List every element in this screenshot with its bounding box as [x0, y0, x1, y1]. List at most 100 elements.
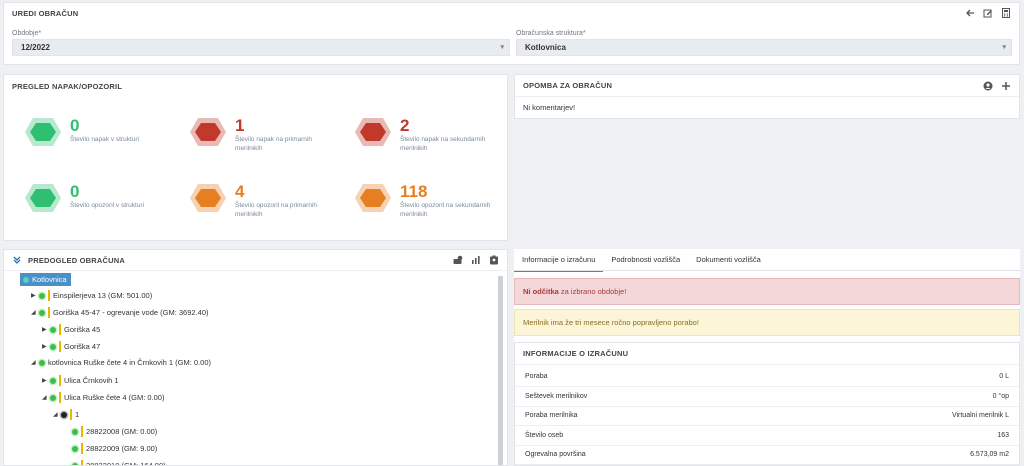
- status-dot: [61, 411, 67, 418]
- comment-panel-title: OPOMBA ZA OBRAČUN: [523, 81, 613, 90]
- status-dot: [72, 445, 78, 452]
- tree-node[interactable]: ◢ kotlovnica Ruške čete 4 in Črnkovih 1 (…: [31, 358, 211, 367]
- tree-node[interactable]: ▶ Goriška 47: [42, 341, 100, 352]
- hexagon-icon: [25, 184, 61, 212]
- tree-node[interactable]: ◢ 1: [53, 409, 79, 420]
- money-icon[interactable]: [453, 255, 463, 265]
- expand-toggle-icon[interactable]: ◢: [31, 359, 39, 366]
- status-dot: [39, 359, 45, 366]
- expand-toggle-icon[interactable]: ◢: [53, 411, 61, 418]
- chart-icon[interactable]: [471, 255, 481, 265]
- back-arrow-icon[interactable]: [965, 8, 975, 18]
- chevron-down-icon: ▾: [500, 44, 504, 51]
- collapse-all-icon[interactable]: [12, 255, 22, 265]
- tree-node-label: Goriška 45: [64, 325, 101, 334]
- error-alert-bold: Ni odčitka: [523, 287, 559, 296]
- stat-description: Število napak na sekundarnih merilnikih: [400, 136, 486, 152]
- scrollbar[interactable]: [498, 276, 503, 465]
- stat-item: 0 Število napak v strukturi: [24, 117, 170, 147]
- status-dot: [50, 326, 56, 333]
- tab-2[interactable]: Dokumenti vozlišča: [688, 249, 769, 272]
- warning-alert: Merilnik ima že tri mesece ročno popravl…: [514, 309, 1020, 336]
- tree-node[interactable]: 28822009 (GM: 9.00): [64, 443, 157, 454]
- expand-toggle-icon[interactable]: ▶: [42, 326, 50, 333]
- tree-node[interactable]: ◢ Goriška 45-47 - ogrevanje vode (GM: 369…: [31, 307, 209, 318]
- info-row: Število oseb 163: [515, 426, 1019, 446]
- info-row: Seštevek merilnikov 0 °op: [515, 387, 1019, 407]
- info-row-label: Število oseb: [525, 431, 564, 439]
- status-dot: [23, 277, 29, 283]
- details-tabs: Informacije o izračunu Podrobnosti vozliš…: [514, 249, 769, 272]
- info-row-label: Seštevek merilnikov: [525, 392, 588, 400]
- tree-node[interactable]: Kotlovnica: [20, 273, 71, 286]
- page-title: UREDI OBRAČUN: [12, 8, 79, 18]
- tree-node-label: 28822010 (GM: 164.00): [86, 461, 166, 466]
- stat-value: 4: [235, 182, 245, 201]
- expand-toggle-icon[interactable]: ▶: [31, 292, 39, 299]
- tree-node[interactable]: ▶ Goriška 45: [42, 324, 100, 335]
- stat-item: 0 Število opozoril v strukturi: [24, 183, 170, 213]
- stat-description: Število napak na primarnih merilnikih: [235, 136, 312, 152]
- stat-description: Število opozoril v strukturi: [70, 202, 145, 209]
- stat-value: 118: [400, 182, 428, 201]
- tree-node-label: Ulica Ruške čete 4 (GM: 0.00): [64, 393, 165, 402]
- status-dot: [72, 462, 78, 465]
- calculator-icon[interactable]: [1001, 8, 1011, 18]
- tree-node[interactable]: ▶ Einspilerjeva 13 (GM: 501.00): [31, 290, 152, 301]
- edit-settlement-panel: UREDI OBRAČUN Obdobje* 12/2022 ▾ Obračun…: [3, 2, 1020, 65]
- tree-node[interactable]: 28822008 (GM: 0.00): [64, 426, 157, 437]
- error-alert: Ni odčitka za izbrano obdobje!: [514, 278, 1020, 305]
- hexagon-icon: [190, 184, 226, 212]
- period-value: 12/2022: [21, 43, 50, 52]
- tree-node-label: Einspilerjeva 13 (GM: 501.00): [53, 291, 153, 300]
- chevron-down-icon: ▾: [1002, 44, 1006, 51]
- info-row-value: 0 L: [999, 373, 1009, 380]
- warning-alert-text: Merilnik ima že tri mesece ročno popravl…: [523, 318, 699, 327]
- status-dot: [50, 377, 56, 384]
- settlement-tree: Kotlovnica ▶ Einspilerjeva 13 (GM: 501.00)…: [4, 273, 499, 466]
- edit-icon[interactable]: [983, 8, 993, 18]
- structure-value: Kotlovnica: [525, 43, 566, 52]
- stat-item: 4 Število opozoril na primarnih merilniki…: [189, 183, 335, 219]
- tree-node[interactable]: ▶ Ulica Črnkovih 1: [42, 375, 119, 386]
- tree-node[interactable]: 28822010 (GM: 164.00): [64, 460, 166, 466]
- comment-text: Ni komentarjev!: [523, 103, 576, 112]
- user-icon[interactable]: [983, 81, 993, 91]
- tree-node-label: Ulica Črnkovih 1: [64, 376, 119, 385]
- preview-panel-title: PREDOGLED OBRAČUNA: [28, 255, 125, 265]
- hexagon-icon: [355, 184, 391, 212]
- tree-node-label: 28822008 (GM: 0.00): [86, 427, 158, 436]
- status-bar: [59, 324, 61, 335]
- expand-toggle-icon[interactable]: ◢: [42, 394, 50, 401]
- tree-node-label: Goriška 47: [64, 342, 101, 351]
- tab-0[interactable]: Informacije o izračunu: [514, 249, 604, 272]
- status-dot: [50, 394, 56, 401]
- status-bar: [59, 392, 61, 403]
- comment-panel: OPOMBA ZA OBRAČUN Ni komentarjev!: [514, 74, 1020, 119]
- info-row-value: 0 °op: [992, 392, 1009, 400]
- status-dot: [39, 309, 45, 316]
- structure-select[interactable]: Kotlovnica ▾: [516, 39, 1012, 56]
- info-row-label: Poraba: [525, 373, 548, 380]
- info-row-value: 6.573,09 m2: [970, 451, 1009, 458]
- expand-toggle-icon[interactable]: ◢: [31, 309, 39, 316]
- info-row: Ogrevalna površina 6.573,09 m2: [515, 445, 1019, 465]
- status-bar: [70, 409, 72, 420]
- expand-toggle-icon[interactable]: ▶: [42, 343, 50, 350]
- clipboard-icon[interactable]: [489, 255, 499, 265]
- stat-description: Število napak v strukturi: [70, 136, 140, 143]
- tab-1[interactable]: Podrobnosti vozlišča: [603, 249, 688, 272]
- expand-toggle-icon[interactable]: ▶: [42, 377, 50, 384]
- stat-value: 2: [400, 116, 410, 135]
- status-bar: [81, 426, 83, 437]
- tree-node-label: 1: [75, 410, 80, 419]
- stat-description: Število opozoril na primarnih merilnikih: [235, 202, 318, 218]
- add-icon[interactable]: [1001, 81, 1011, 91]
- period-select[interactable]: 12/2022 ▾: [12, 39, 510, 56]
- hexagon-icon: [355, 118, 391, 146]
- stat-item: 1 Število napak na primarnih merilnikih: [189, 117, 335, 153]
- stat-value: 0: [70, 182, 80, 201]
- errors-panel-title: PREGLED NAPAK/OPOZORIL: [12, 81, 123, 91]
- node-details-panel: Informacije o izračunu Podrobnosti vozliš…: [514, 249, 1020, 466]
- tree-node[interactable]: ◢ Ulica Ruške čete 4 (GM: 0.00): [42, 392, 164, 403]
